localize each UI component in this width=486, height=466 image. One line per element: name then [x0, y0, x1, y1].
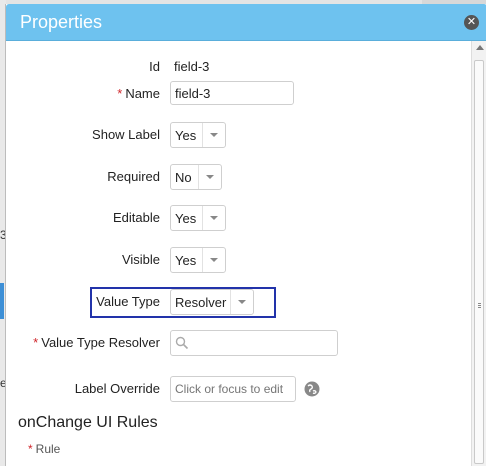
required-marker: *	[33, 335, 39, 350]
editable-select[interactable]: Yes	[170, 205, 226, 231]
show-label-row: Show Label Yes	[6, 122, 466, 148]
value-type-resolver-select[interactable]	[170, 330, 338, 356]
required-row: Required No	[6, 164, 466, 190]
show-label-selected: Yes	[175, 128, 197, 143]
vertical-scrollbar[interactable]	[471, 41, 486, 466]
value-type-resolver-label-text: Value Type Resolver	[41, 335, 160, 350]
name-label: * Name	[117, 86, 160, 101]
required-selected: No	[175, 170, 192, 185]
required-select[interactable]: No	[170, 164, 222, 190]
background-app-selection	[0, 283, 4, 319]
name-label-text: Name	[125, 86, 160, 101]
chevron-down-icon[interactable]	[317, 331, 337, 355]
label-override-label: Label Override	[74, 381, 160, 396]
name-row: * Name	[6, 81, 466, 107]
show-label-select[interactable]: Yes	[170, 122, 226, 148]
value-type-label: Value Type	[96, 294, 160, 309]
chevron-down-icon[interactable]	[198, 165, 221, 189]
close-icon[interactable]: ✕	[464, 15, 479, 30]
rule-label: * Rule	[28, 442, 60, 456]
id-value: field-3	[174, 59, 210, 74]
scrollbar-grip-icon	[478, 303, 481, 306]
value-type-row: Value Type Resolver	[6, 289, 466, 315]
visible-selected: Yes	[175, 253, 197, 268]
value-type-select[interactable]: Resolver	[170, 289, 254, 315]
chevron-down-icon[interactable]	[202, 206, 225, 230]
scrollbar-thumb[interactable]	[474, 60, 484, 464]
required-label: Required	[107, 169, 160, 184]
dialog-title: Properties	[20, 12, 103, 32]
id-row: Id field-3	[6, 54, 466, 80]
globe-icon[interactable]	[304, 381, 320, 397]
scroll-up-icon[interactable]	[476, 45, 484, 50]
value-type-selected: Resolver	[175, 295, 227, 310]
visible-select[interactable]: Yes	[170, 247, 226, 273]
id-label: Id	[149, 59, 160, 74]
editable-row: Editable Yes	[6, 205, 466, 231]
visible-label: Visible	[121, 252, 160, 267]
chevron-down-icon[interactable]	[202, 123, 225, 147]
required-marker: *	[28, 442, 33, 456]
dialog-titlebar[interactable]: Properties ✕	[6, 4, 486, 41]
onchange-section-title: onChange UI Rules	[18, 414, 158, 431]
properties-dialog: Properties ✕ Id field-3 *Name Show Label…	[5, 4, 486, 466]
visible-row: Visible Yes	[6, 247, 466, 273]
chevron-down-icon[interactable]	[202, 248, 225, 272]
required-marker: *	[117, 86, 123, 101]
label-override-input[interactable]	[170, 376, 296, 402]
show-label-label: Show Label	[92, 127, 160, 142]
editable-label: Editable	[113, 210, 160, 225]
chevron-down-icon[interactable]	[230, 290, 253, 314]
value-type-resolver-label: * Value Type Resolver	[33, 335, 160, 350]
rule-label-text: Rule	[35, 442, 61, 456]
editable-selected: Yes	[175, 211, 197, 226]
search-icon	[175, 336, 189, 350]
label-override-row: Label Override	[6, 376, 466, 402]
name-input[interactable]	[170, 81, 294, 105]
value-type-resolver-row: * Value Type Resolver	[6, 330, 466, 356]
scrollbar-grip-icon	[478, 307, 481, 309]
